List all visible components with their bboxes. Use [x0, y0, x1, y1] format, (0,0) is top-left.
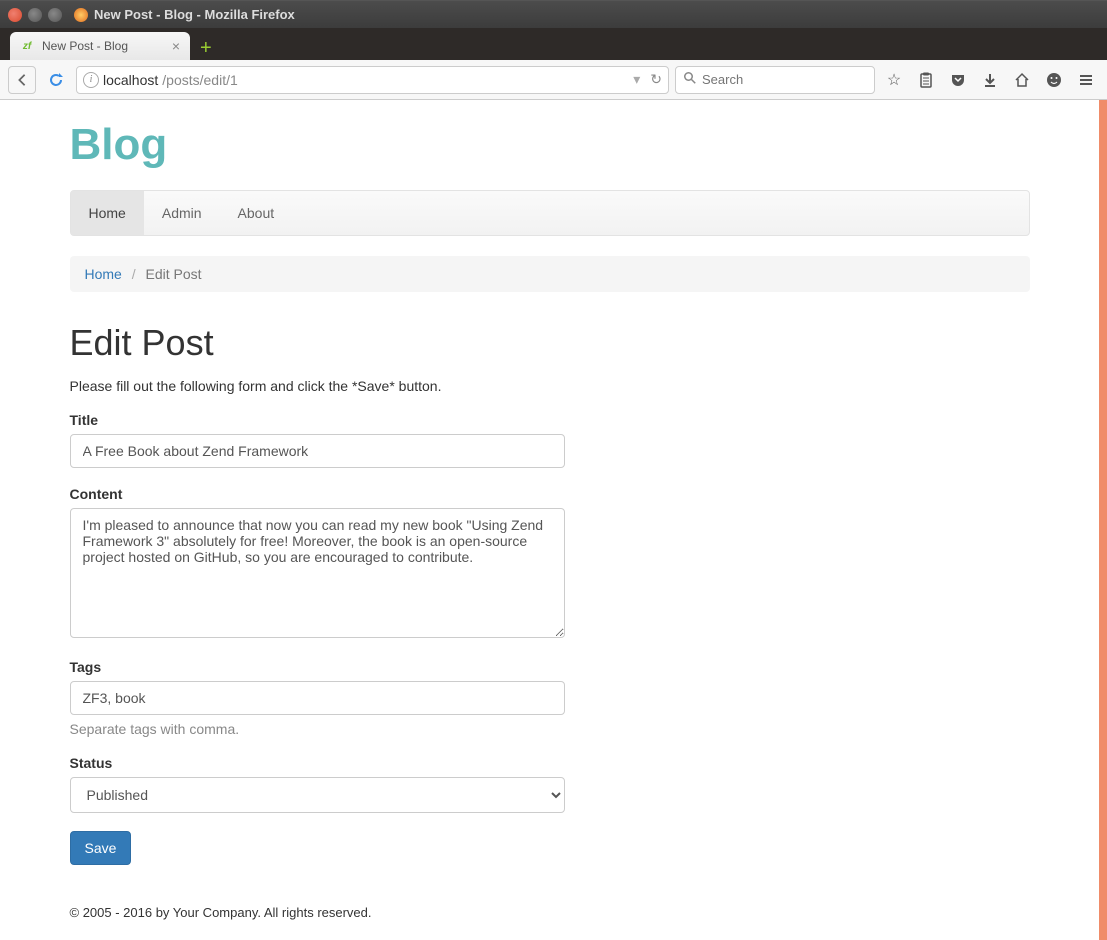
site-info-icon[interactable]: i: [83, 72, 99, 88]
breadcrumb-home-link[interactable]: Home: [85, 266, 122, 282]
tab-title: New Post - Blog: [42, 39, 128, 53]
status-select[interactable]: Published: [70, 777, 565, 813]
url-host: localhost: [103, 72, 158, 88]
content-label: Content: [70, 486, 1030, 502]
tags-label: Tags: [70, 659, 1030, 675]
page-title: Edit Post: [70, 322, 1030, 364]
home-icon[interactable]: [1009, 67, 1035, 93]
refresh-button[interactable]: [42, 66, 70, 94]
new-tab-button[interactable]: +: [190, 37, 222, 60]
nav-about[interactable]: About: [220, 191, 293, 235]
url-bar[interactable]: i localhost/posts/edit/1 ▾ ↻: [76, 66, 669, 94]
status-label: Status: [70, 755, 1030, 771]
firefox-icon: [74, 8, 88, 22]
clipboard-icon[interactable]: [913, 67, 939, 93]
hamburger-menu-icon[interactable]: [1073, 67, 1099, 93]
smiley-icon[interactable]: [1041, 67, 1067, 93]
breadcrumb-current: Edit Post: [146, 266, 202, 282]
url-dropdown-icon[interactable]: ▾: [633, 71, 640, 88]
bookmark-star-icon[interactable]: ☆: [881, 67, 907, 93]
back-button[interactable]: [8, 66, 36, 94]
title-label: Title: [70, 412, 1030, 428]
window-maximize-button[interactable]: [48, 8, 62, 22]
window-controls: [8, 8, 62, 22]
browser-tabbar: zf New Post - Blog × +: [0, 28, 1107, 60]
browser-tab[interactable]: zf New Post - Blog ×: [10, 32, 190, 60]
window-minimize-button[interactable]: [28, 8, 42, 22]
window-close-button[interactable]: [8, 8, 22, 22]
page-viewport: Blog Home Admin About Home / Edit Post E…: [0, 100, 1107, 940]
site-brand[interactable]: Blog: [70, 120, 1030, 170]
breadcrumb: Home / Edit Post: [70, 256, 1030, 292]
tab-close-icon[interactable]: ×: [172, 38, 180, 54]
footer-copyright: © 2005 - 2016 by Your Company. All right…: [70, 905, 1030, 920]
form-instruction: Please fill out the following form and c…: [70, 378, 1030, 394]
save-button[interactable]: Save: [70, 831, 132, 865]
window-titlebar: New Post - Blog - Mozilla Firefox: [0, 0, 1107, 28]
window-title: New Post - Blog - Mozilla Firefox: [74, 7, 295, 22]
pocket-icon[interactable]: [945, 67, 971, 93]
browser-toolbar: i localhost/posts/edit/1 ▾ ↻ ☆: [0, 60, 1107, 100]
downloads-icon[interactable]: [977, 67, 1003, 93]
nav-home[interactable]: Home: [71, 191, 144, 235]
breadcrumb-separator: /: [126, 266, 142, 282]
window-title-text: New Post - Blog - Mozilla Firefox: [94, 7, 295, 22]
tags-help-text: Separate tags with comma.: [70, 721, 1030, 737]
title-input[interactable]: [70, 434, 565, 468]
search-bar[interactable]: [675, 66, 875, 94]
search-icon: [684, 72, 696, 87]
main-nav: Home Admin About: [70, 190, 1030, 236]
page-reload-icon[interactable]: ↻: [644, 71, 662, 88]
nav-admin[interactable]: Admin: [144, 191, 220, 235]
search-input[interactable]: [702, 72, 878, 87]
tags-input[interactable]: [70, 681, 565, 715]
url-path: /posts/edit/1: [162, 72, 238, 88]
content-textarea[interactable]: I'm pleased to announce that now you can…: [70, 508, 565, 638]
tab-favicon-icon: zf: [20, 39, 34, 53]
